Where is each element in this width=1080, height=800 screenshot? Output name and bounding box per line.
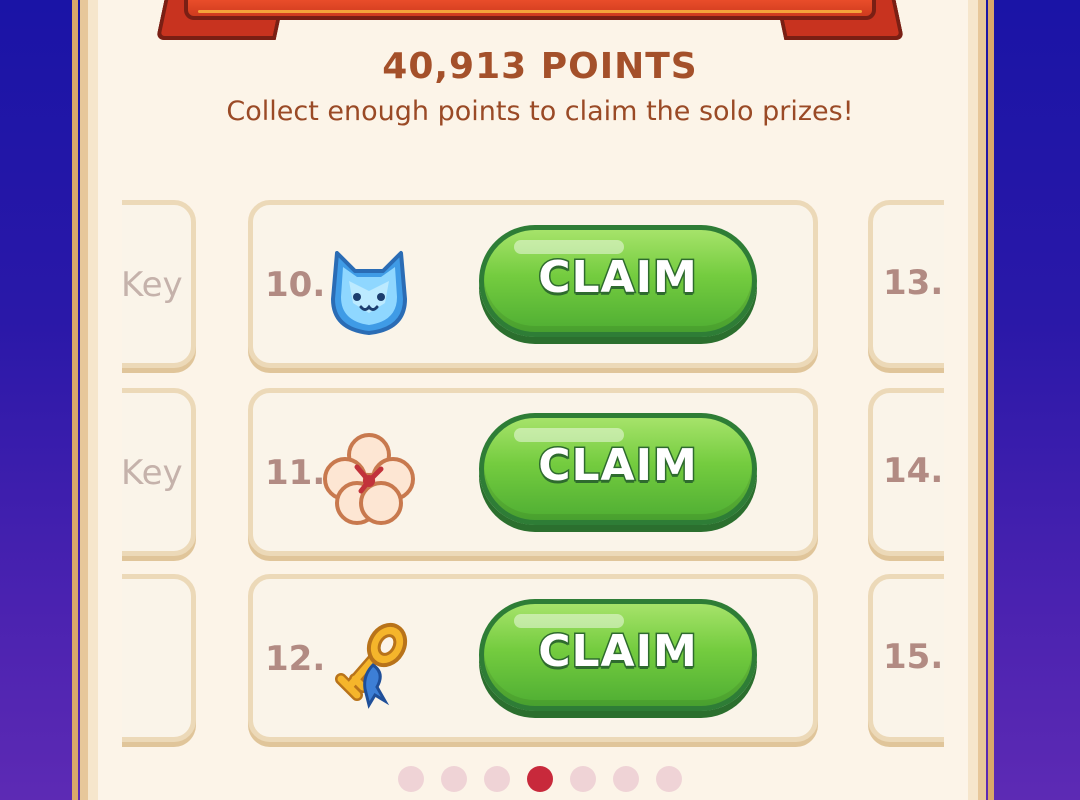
header-ribbon (155, 0, 905, 48)
prize-rank: 15. (883, 637, 944, 677)
prize-rank: 13. (883, 263, 944, 303)
prize-card-14[interactable]: 14. (868, 388, 944, 556)
prize-rank: 10. (265, 265, 326, 305)
prize-rank: 12. (265, 639, 326, 679)
page-indicator (0, 766, 1080, 792)
claim-button[interactable]: CLAIM (479, 599, 757, 711)
page-dot[interactable] (570, 766, 596, 792)
page-dot[interactable] (613, 766, 639, 792)
page-dot[interactable] (398, 766, 424, 792)
page-dot[interactable] (441, 766, 467, 792)
prize-card-13[interactable]: 13. (868, 200, 944, 368)
page-dot[interactable] (484, 766, 510, 792)
instructions-text: Collect enough points to claim the solo … (226, 96, 854, 127)
prize-card-left-3[interactable] (122, 574, 196, 742)
prize-carousel[interactable]: Key Key 10. CLAIM 11. CLAIM 12. CLAIM 13… (122, 190, 944, 750)
golden-key-icon (335, 622, 408, 709)
prize-card-15[interactable]: 15. (868, 574, 944, 742)
prize-label: Key (122, 453, 183, 493)
ribbon-banner (184, 0, 876, 20)
cotton-flower-icon (323, 433, 415, 525)
claim-button-label: CLAIM (537, 250, 699, 304)
prize-card-11: 11. CLAIM (248, 388, 818, 556)
points-total: 40,913 POINTS (382, 46, 698, 87)
prize-card-10: 10. CLAIM (248, 200, 818, 368)
prize-rank: 14. (883, 451, 944, 491)
prize-label: Key (122, 265, 183, 305)
prize-rank: 11. (265, 453, 326, 493)
claim-button-label: CLAIM (537, 438, 699, 492)
page-dot[interactable] (656, 766, 682, 792)
prize-card-left-2[interactable]: Key (122, 388, 196, 556)
blue-cat-gem-icon (331, 251, 407, 335)
prize-card-12: 12. CLAIM (248, 574, 818, 742)
claim-button[interactable]: CLAIM (479, 413, 757, 525)
claim-button-label: CLAIM (537, 624, 699, 678)
prize-card-left-1[interactable]: Key (122, 200, 196, 368)
claim-button[interactable]: CLAIM (479, 225, 757, 337)
page-dot[interactable] (527, 766, 553, 792)
